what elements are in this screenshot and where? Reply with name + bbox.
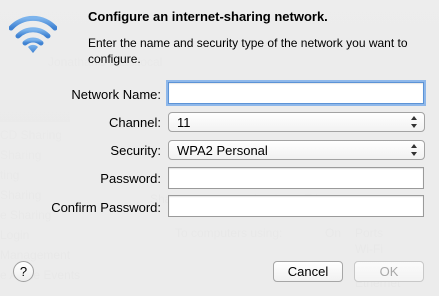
confirm-password-input[interactable] <box>168 195 424 217</box>
channel-selected-value: 11 <box>177 115 191 130</box>
dialog-description: Enter the name and security type of the … <box>88 36 408 66</box>
channel-select[interactable]: 11 <box>168 112 425 132</box>
security-selected-value: WPA2 Personal <box>177 143 268 158</box>
security-label: Security: <box>110 143 161 158</box>
network-name-input[interactable] <box>168 82 424 104</box>
confirm-password-label: Confirm Password: <box>51 200 161 215</box>
help-button[interactable]: ? <box>13 261 34 282</box>
password-label: Password: <box>100 171 161 186</box>
dialog-title: Configure an internet-sharing network. <box>88 9 328 24</box>
network-name-label: Network Name: <box>71 87 161 102</box>
configure-network-sheet: Configure an internet-sharing network. E… <box>0 0 439 296</box>
cancel-button[interactable]: Cancel <box>273 261 343 282</box>
security-select[interactable]: WPA2 Personal <box>168 140 425 160</box>
password-input[interactable] <box>168 167 424 189</box>
up-down-arrows-icon <box>411 144 417 156</box>
wifi-icon <box>9 15 57 53</box>
channel-label: Channel: <box>108 115 161 130</box>
ok-button[interactable]: OK <box>354 261 424 282</box>
up-down-arrows-icon <box>411 116 417 128</box>
